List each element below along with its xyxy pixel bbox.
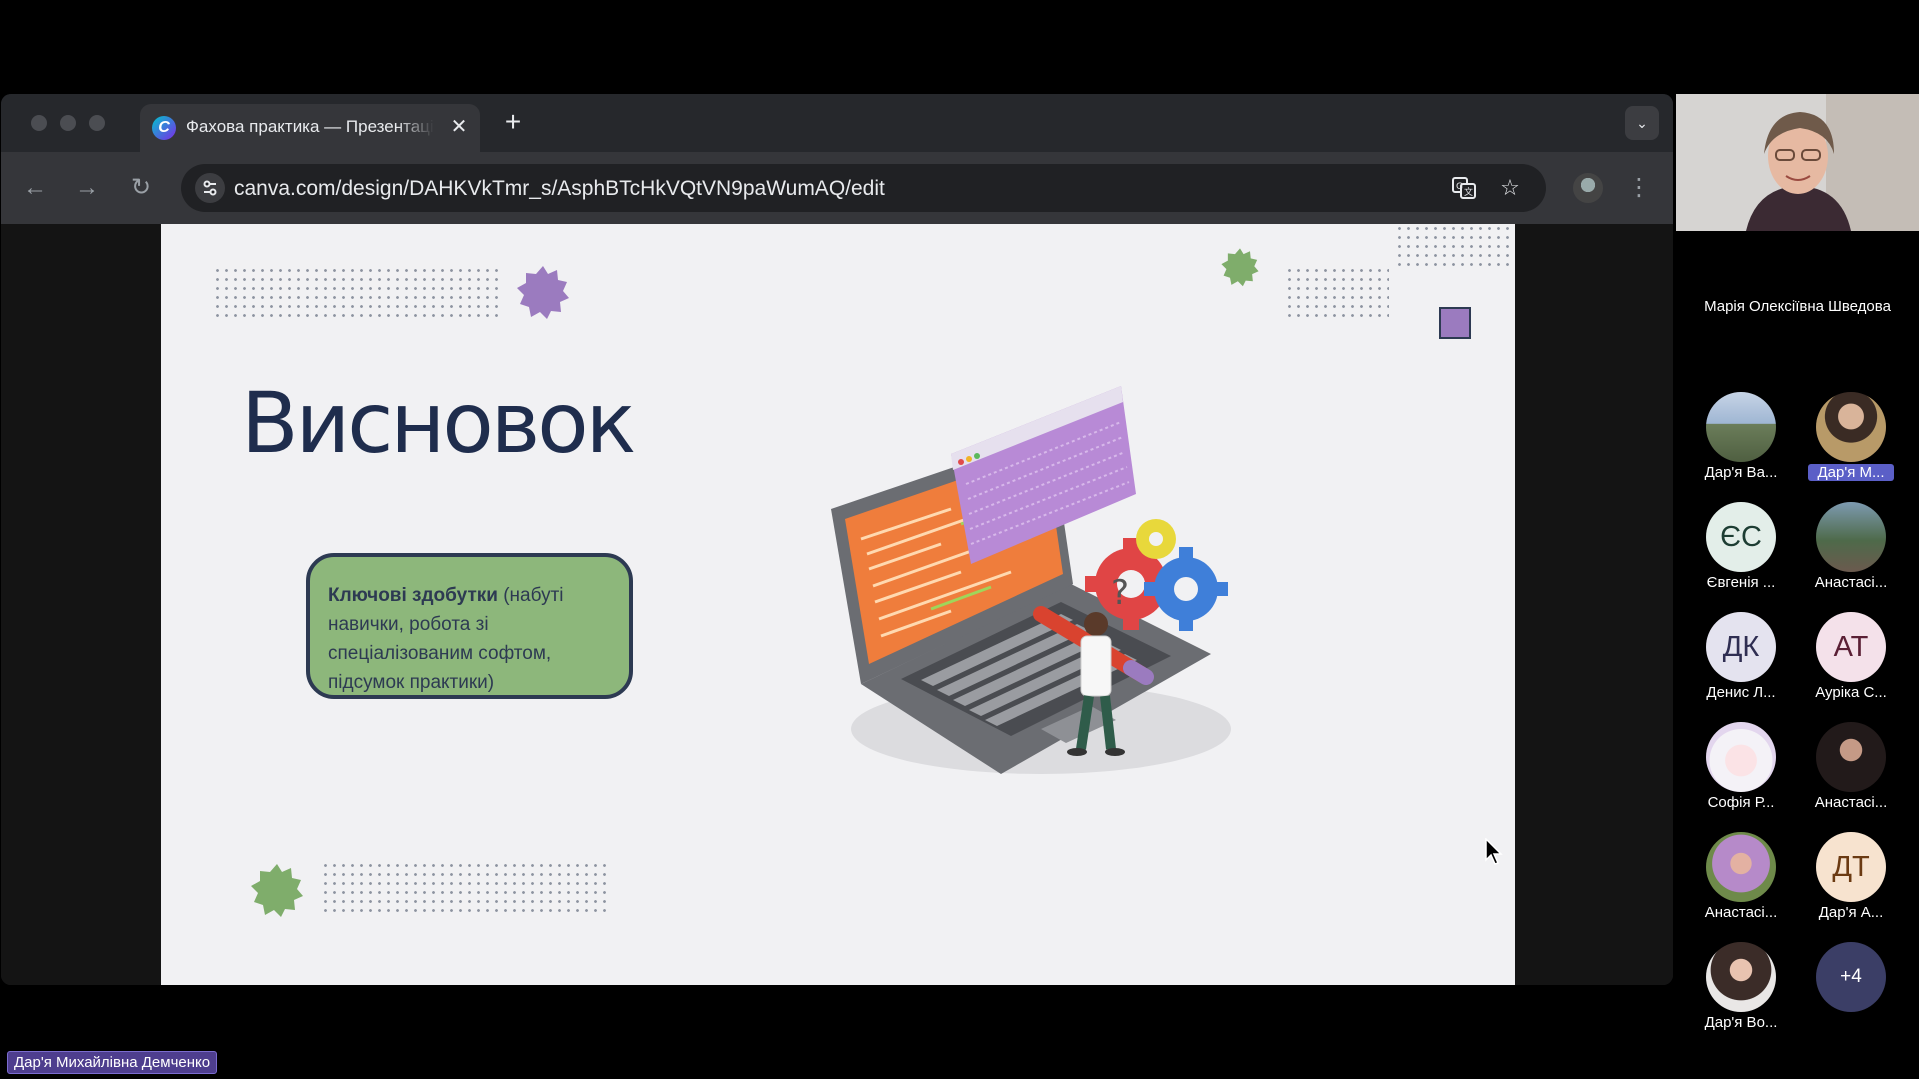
bookmark-star-icon[interactable]: ☆: [1495, 173, 1525, 203]
more-participants-button[interactable]: +4: [1796, 942, 1906, 1042]
key-achievements-callout: Ключові здобутки (набуті навички, робота…: [306, 553, 633, 699]
participant-name: Софія Р...: [1707, 794, 1775, 811]
close-window-button[interactable]: [31, 115, 47, 131]
dot-pattern: [1395, 224, 1515, 272]
participant-tile[interactable]: Анастасі...: [1796, 502, 1906, 602]
reload-icon[interactable]: ↻: [125, 172, 157, 204]
participant-avatar: ЄС: [1706, 502, 1776, 572]
chevron-down-icon[interactable]: ⌄: [1625, 106, 1659, 140]
participant-avatar: [1706, 832, 1776, 902]
participant-avatar: [1706, 722, 1776, 792]
more-options-icon[interactable]: ⋮: [1624, 170, 1654, 206]
participant-tile[interactable]: Софія Р...: [1686, 722, 1796, 822]
participant-name: Дар'я А...: [1818, 904, 1884, 921]
tab-title: Фахова практика — Презентація: [186, 117, 434, 136]
browser-tab-active[interactable]: C Фахова практика — Презентація ✕: [140, 104, 480, 152]
svg-text:文: 文: [1464, 186, 1473, 198]
participant-avatar: [1816, 392, 1886, 462]
address-bar[interactable]: canva.com/design/DAHKVkTmr_s/AsphBTcHkVQ…: [181, 164, 1546, 212]
participant-name: Анастасі...: [1814, 794, 1888, 811]
browser-toolbar: ← → ↻ canva.com/design/DAHKVkTmr_s/AsphB…: [1, 152, 1673, 224]
site-info-icon[interactable]: [195, 173, 225, 203]
participant-name: Анастасі...: [1704, 904, 1778, 921]
shared-browser-window: C Фахова практика — Презентація ✕ + ⌄ ← …: [1, 94, 1673, 985]
callout-text: Ключові здобутки (набуті навички, робота…: [328, 581, 628, 697]
page-content: Висновок Ключові здобутки (набуті навичк…: [1, 224, 1673, 985]
participant-name: Євгенія ...: [1706, 574, 1776, 591]
speaker-name: Марія Олексіївна Шведова: [1704, 298, 1891, 315]
participant-name: Дар'я М...: [1808, 464, 1894, 481]
zoom-window-button[interactable]: [89, 115, 105, 131]
url-text[interactable]: canva.com/design/DAHKVkTmr_s/AsphBTcHkVQ…: [234, 177, 885, 201]
participant-avatar: ДТ: [1816, 832, 1886, 902]
participant-name: Дар'я Во...: [1704, 1014, 1778, 1031]
participant-tile[interactable]: Дар'я Ва...: [1686, 392, 1796, 492]
participant-name: Аурiка С...: [1815, 684, 1887, 701]
svg-text:?: ?: [1111, 573, 1129, 613]
participant-avatar: [1816, 722, 1886, 792]
participant-tile[interactable]: Дар'я М...: [1796, 392, 1906, 492]
plus-icon[interactable]: +: [496, 106, 530, 140]
presentation-slide: Висновок Ключові здобутки (набуті навичк…: [161, 224, 1515, 985]
participant-tile[interactable]: Анастасі...: [1686, 832, 1796, 932]
forward-arrow-icon[interactable]: →: [71, 172, 103, 204]
mouse-cursor-icon: [1485, 838, 1503, 865]
participant-avatar: [1706, 392, 1776, 462]
laptop-illustration: ?: [831, 386, 1231, 774]
back-arrow-icon[interactable]: ←: [19, 172, 51, 204]
dot-pattern: [1285, 266, 1389, 321]
participant-avatar: [1706, 942, 1776, 1012]
callout-bold-text: Ключові здобутки: [328, 585, 498, 606]
svg-text:G: G: [1456, 182, 1463, 192]
dot-pattern: [213, 266, 501, 321]
participant-tile[interactable]: АТ Аурiка С...: [1796, 612, 1906, 712]
participant-avatar: [1816, 502, 1886, 572]
participant-tile[interactable]: ДТ Дар'я А...: [1796, 832, 1906, 932]
speaker-video-frame: [1676, 94, 1919, 231]
participant-name: Денис Л...: [1706, 684, 1776, 701]
canva-favicon-icon: C: [152, 116, 176, 140]
green-star-decoration: [251, 864, 303, 917]
translate-icon[interactable]: G 文: [1449, 173, 1479, 203]
purple-square-decoration: [1439, 307, 1471, 339]
purple-star-decoration: [517, 266, 569, 319]
participant-avatar: АТ: [1816, 612, 1886, 682]
participant-name: Анастасі...: [1814, 574, 1888, 591]
more-participants-count: +4: [1816, 942, 1886, 1012]
tab-strip: C Фахова практика — Презентація ✕ + ⌄: [1, 94, 1673, 152]
green-star-decoration: [1221, 248, 1259, 287]
dot-pattern: [321, 861, 609, 916]
speaker-video-tile[interactable]: [1676, 94, 1919, 231]
close-icon[interactable]: ✕: [445, 113, 473, 141]
participant-name: Дар'я Ва...: [1704, 464, 1778, 481]
minimize-window-button[interactable]: [60, 115, 76, 131]
participant-tile[interactable]: Дар'я Во...: [1686, 942, 1796, 1042]
profile-avatar[interactable]: [1573, 173, 1603, 203]
participant-tile[interactable]: ДК Денис Л...: [1686, 612, 1796, 712]
self-name-label: Дар'я Михайлівна Демченко: [7, 1051, 218, 1074]
participant-tile[interactable]: ЄС Євгенія ...: [1686, 502, 1796, 602]
slide-title: Висновок: [241, 374, 636, 472]
participant-avatar: ДК: [1706, 612, 1776, 682]
participant-tile[interactable]: Анастасі...: [1796, 722, 1906, 822]
